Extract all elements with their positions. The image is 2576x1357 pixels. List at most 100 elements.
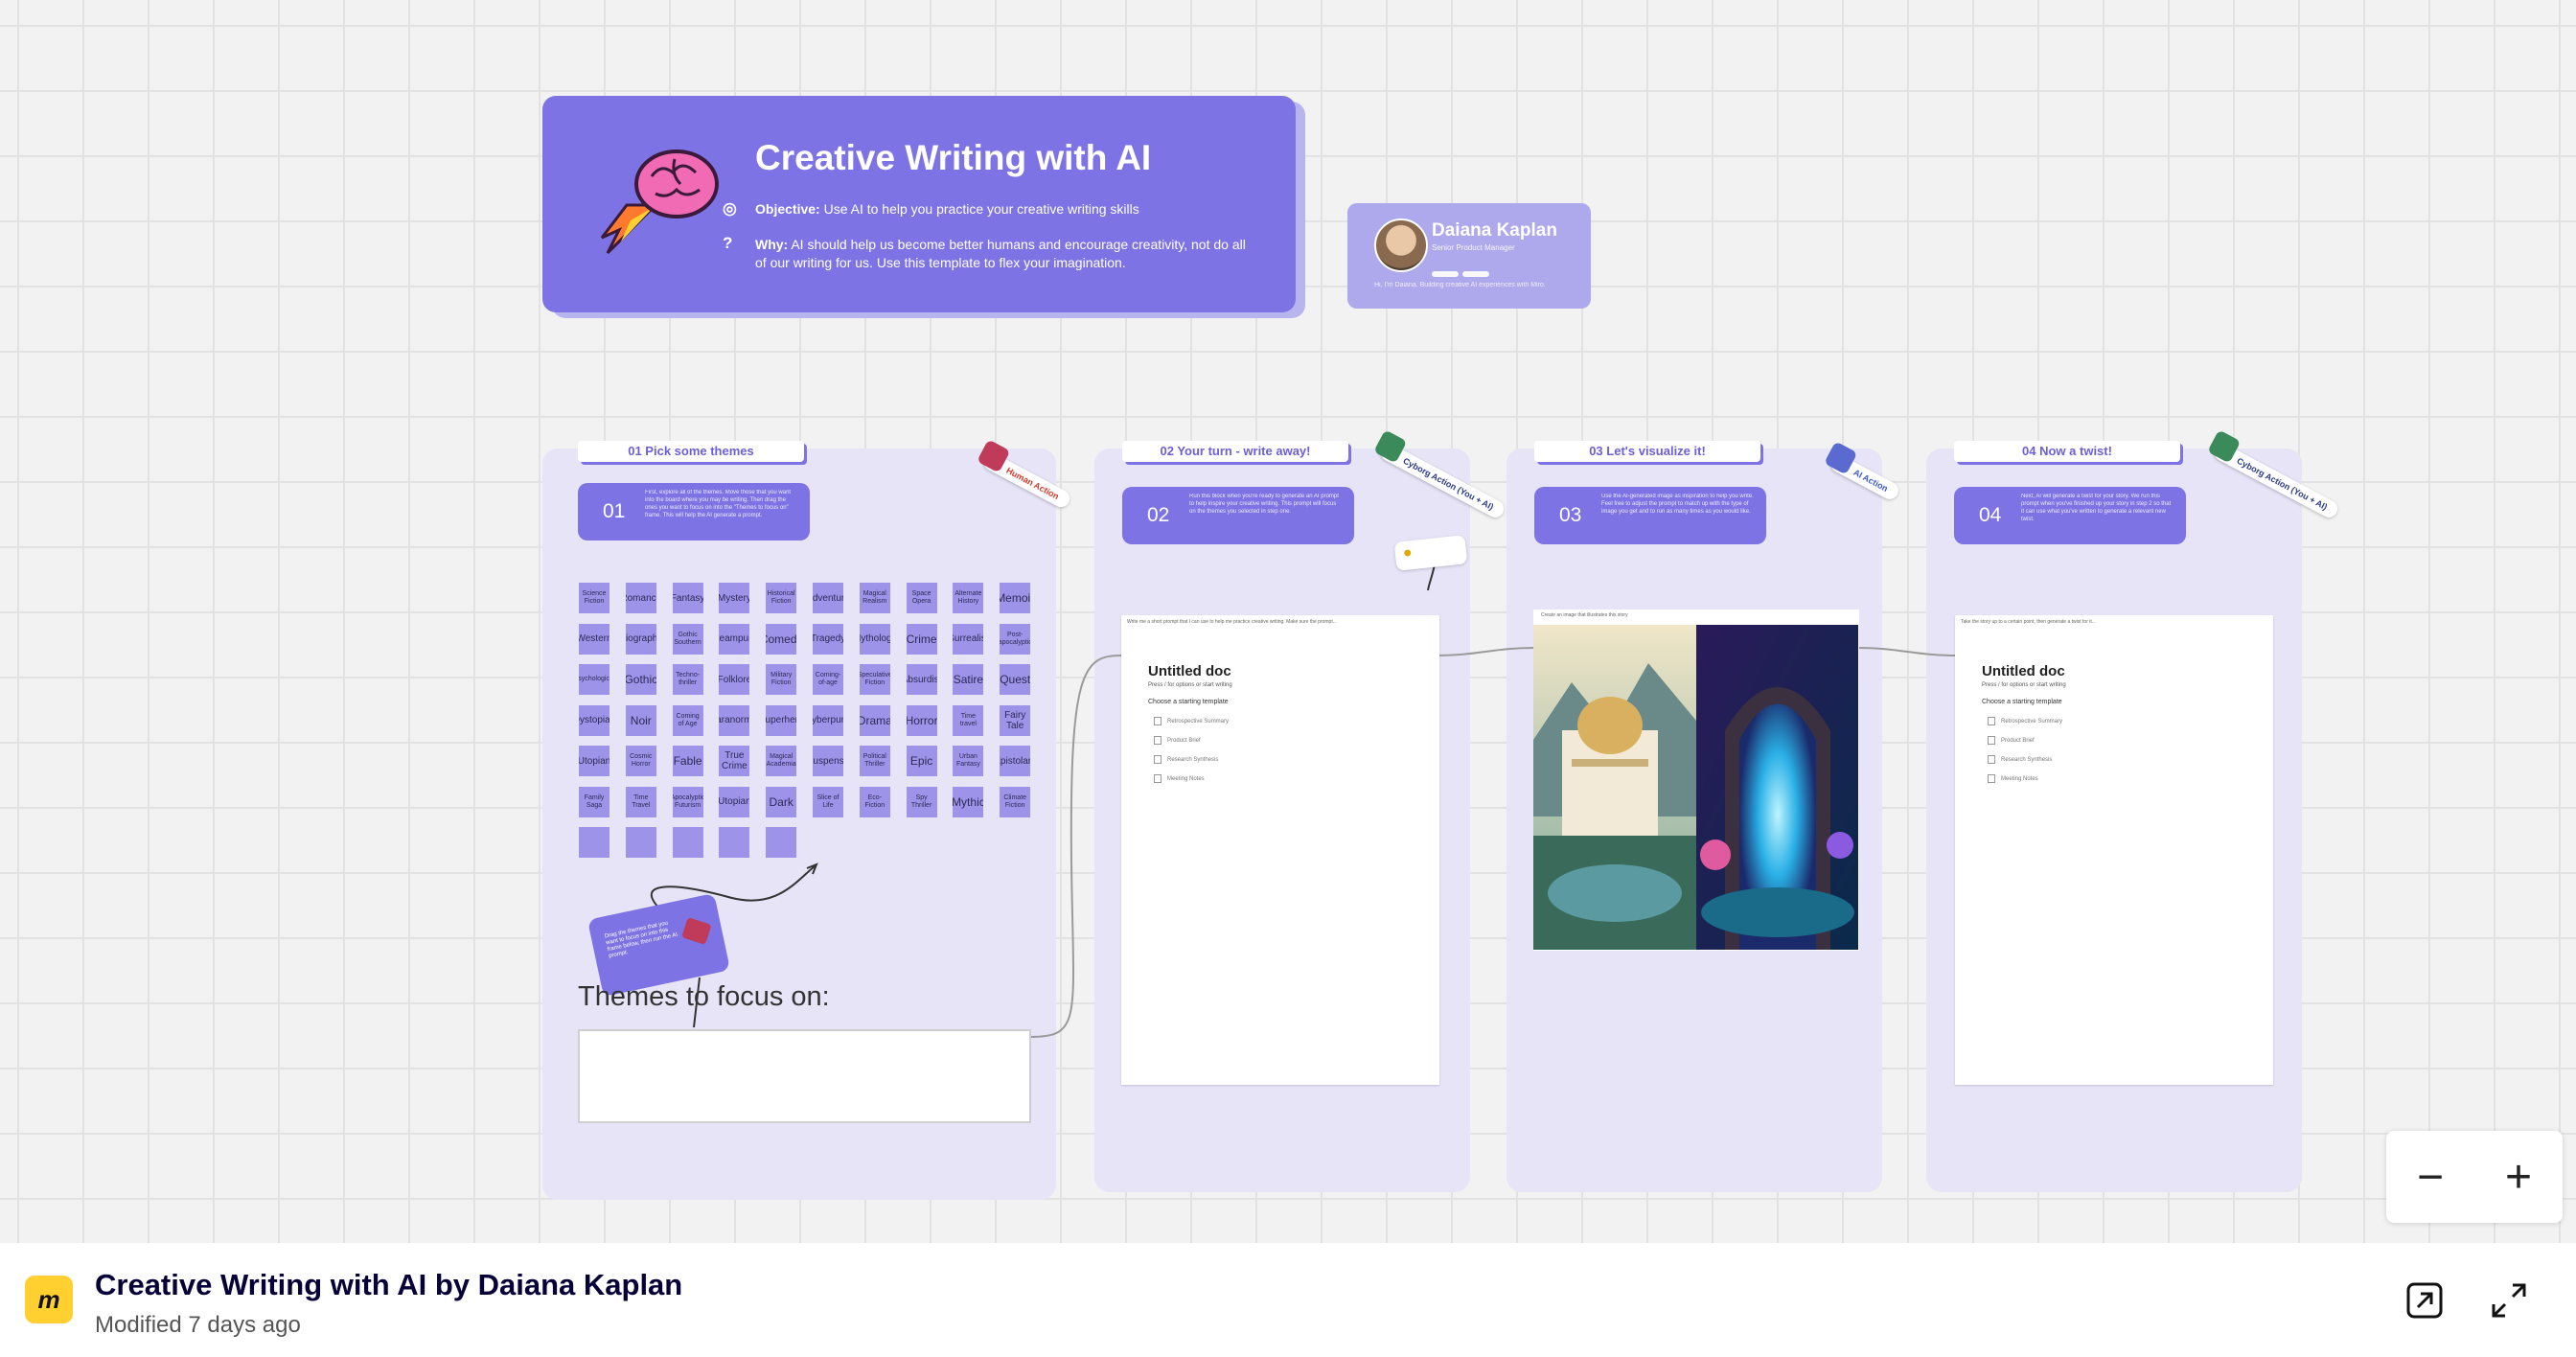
template-item[interactable]: Research Synthesis [1154, 755, 1218, 764]
generated-image[interactable] [1533, 625, 1858, 950]
theme-sticky-note[interactable] [719, 827, 750, 858]
theme-sticky-note[interactable]: Family Saga [579, 786, 610, 817]
theme-sticky-note[interactable]: Time travel [953, 704, 984, 736]
miro-logo-icon[interactable]: m [25, 1276, 73, 1323]
theme-sticky-note[interactable]: Cyberpunk [813, 704, 843, 736]
doc-title[interactable]: Untitled doc [1148, 663, 1231, 679]
template-heading: Choose a starting template [1148, 699, 1229, 705]
theme-sticky-note[interactable] [625, 827, 656, 858]
template-item[interactable]: Retrospective Summary [1988, 717, 2062, 725]
theme-sticky-note[interactable]: Paranormal [719, 704, 750, 736]
theme-sticky-note[interactable]: Coming-of-age [813, 664, 843, 695]
themes-focus-frame[interactable] [578, 1029, 1031, 1123]
theme-sticky-note[interactable]: Romance [625, 583, 656, 613]
theme-sticky-note[interactable]: Time Travel [625, 786, 656, 817]
template-item[interactable]: Product Brief [1154, 736, 1201, 745]
theme-sticky-note[interactable]: Western [579, 623, 610, 655]
template-item[interactable]: Meeting Notes [1154, 774, 1205, 783]
theme-sticky-note[interactable]: Superhero [766, 704, 797, 736]
prompt-bar[interactable]: Take the story up to a certain point, th… [1961, 619, 2248, 625]
theme-sticky-note[interactable]: Speculative Fiction [859, 664, 890, 695]
theme-sticky-note[interactable]: Memoir [1000, 583, 1031, 613]
theme-sticky-note[interactable]: Political Thriller [859, 746, 890, 776]
theme-sticky-note[interactable]: Post-apocalyptic [1000, 623, 1031, 655]
theme-sticky-note[interactable]: Drama [859, 704, 890, 736]
theme-sticky-note[interactable]: Fable [672, 746, 703, 776]
step-3-label: 03 Let's visualize it! [1534, 441, 1760, 462]
theme-sticky-note[interactable]: Psychological [579, 664, 610, 695]
board-canvas[interactable]: Creative Writing with AI ◎ Objective: Us… [0, 0, 2576, 1243]
theme-sticky-note[interactable]: Quest [1000, 664, 1031, 695]
theme-sticky-note[interactable]: Slice of Life [813, 786, 843, 817]
theme-sticky-note[interactable]: Surrealist [953, 623, 984, 655]
theme-sticky-note[interactable]: Magical Realism [859, 583, 890, 613]
theme-sticky-note[interactable]: Steampunk [719, 623, 750, 655]
theme-sticky-note[interactable]: Comedy [766, 623, 797, 655]
theme-sticky-note[interactable]: Apocalyptic Futurism [672, 786, 703, 817]
step-2-card[interactable]: 02 Run this block when you're ready to g… [1122, 487, 1354, 544]
theme-sticky-note[interactable]: Gothic [625, 664, 656, 695]
theme-sticky-note[interactable]: Climate Fiction [1000, 786, 1031, 817]
step-text: First, explore all of the themes. Move t… [645, 490, 792, 518]
fantasy-landscape-image [1533, 625, 1858, 950]
theme-sticky-note[interactable]: Techno-thriller [672, 664, 703, 695]
theme-sticky-note[interactable]: Dystopian [579, 704, 610, 736]
theme-sticky-note[interactable]: Biography [625, 623, 656, 655]
theme-sticky-note[interactable]: Folklore [719, 664, 750, 695]
theme-sticky-note[interactable]: Absurdist [906, 664, 937, 695]
theme-sticky-note[interactable]: Horror [906, 704, 937, 736]
prompt-bar[interactable]: Write me a short prompt that I can use t… [1127, 619, 1414, 625]
doc-step-2[interactable]: Write me a short prompt that I can use t… [1121, 615, 1439, 1085]
theme-sticky-note[interactable] [766, 827, 797, 858]
step-1-card[interactable]: 01 First, explore all of the themes. Mov… [578, 483, 810, 540]
theme-sticky-note[interactable]: Utopian [579, 746, 610, 776]
theme-sticky-note[interactable]: Satire [953, 664, 984, 695]
image-prompt-bar[interactable]: Create an image that illustrates this st… [1541, 612, 1828, 618]
theme-sticky-note[interactable]: Space Opera [906, 583, 937, 613]
theme-sticky-note[interactable]: Military Fiction [766, 664, 797, 695]
open-external-icon[interactable] [2404, 1279, 2446, 1322]
theme-sticky-note[interactable] [579, 827, 610, 858]
theme-sticky-note[interactable]: Cosmic Horror [625, 746, 656, 776]
theme-sticky-note[interactable]: Epic [906, 746, 937, 776]
theme-sticky-note[interactable]: Adventure [813, 583, 843, 613]
theme-sticky-note[interactable]: Mythology [859, 623, 890, 655]
lightbulb-icon: ● [1402, 544, 1414, 562]
step-4-card[interactable]: 04 Next, AI will generate a twist for yo… [1954, 487, 2186, 544]
zoom-controls: − + [2386, 1131, 2563, 1223]
theme-sticky-note[interactable]: Coming of Age [672, 704, 703, 736]
theme-sticky-note[interactable]: Historical Fiction [766, 583, 797, 613]
theme-sticky-note[interactable]: Noir [625, 704, 656, 736]
doc-subtitle: Press / for options or start writing [1982, 682, 2066, 688]
theme-sticky-note[interactable]: Spy Thriller [906, 786, 937, 817]
theme-sticky-note[interactable]: Epistolary [1000, 746, 1031, 776]
step-3-card[interactable]: 03 Use the AI-generated image as inspira… [1534, 487, 1766, 544]
theme-sticky-note[interactable]: True Crime [719, 746, 750, 776]
theme-sticky-note[interactable]: Magical Academia [766, 746, 797, 776]
template-item[interactable]: Retrospective Summary [1154, 717, 1229, 725]
template-item[interactable]: Research Synthesis [1988, 755, 2052, 764]
theme-sticky-note[interactable]: Fairy Tale [1000, 704, 1031, 736]
theme-sticky-note[interactable]: Mystery [719, 583, 750, 613]
doc-step-4[interactable]: Take the story up to a certain point, th… [1955, 615, 2273, 1085]
theme-sticky-note[interactable]: Dark [766, 786, 797, 817]
theme-sticky-note[interactable] [672, 827, 703, 858]
doc-title[interactable]: Untitled doc [1982, 663, 2065, 679]
theme-sticky-note[interactable]: Fantasy [672, 583, 703, 613]
theme-sticky-note[interactable]: Science Fiction [579, 583, 610, 613]
theme-sticky-note[interactable]: Gothic Southern [672, 623, 703, 655]
board-title[interactable]: Creative Writing with AI by Daiana Kapla… [95, 1268, 682, 1302]
theme-sticky-note[interactable]: Tragedy [813, 623, 843, 655]
theme-sticky-note[interactable]: Mythic [953, 786, 984, 817]
theme-sticky-note[interactable]: Suspense [813, 746, 843, 776]
zoom-in-button[interactable]: + [2474, 1131, 2563, 1223]
theme-sticky-note[interactable]: Eco-Fiction [859, 786, 890, 817]
template-item[interactable]: Product Brief [1988, 736, 2035, 745]
theme-sticky-note[interactable]: Urban Fantasy [953, 746, 984, 776]
fullscreen-icon[interactable] [2488, 1279, 2530, 1322]
theme-sticky-note[interactable]: Crime [906, 623, 937, 655]
template-item[interactable]: Meeting Notes [1988, 774, 2038, 783]
zoom-out-button[interactable]: − [2386, 1131, 2474, 1223]
theme-sticky-note[interactable]: Alternate History [953, 583, 984, 613]
theme-sticky-note[interactable]: Utopian [719, 786, 750, 817]
